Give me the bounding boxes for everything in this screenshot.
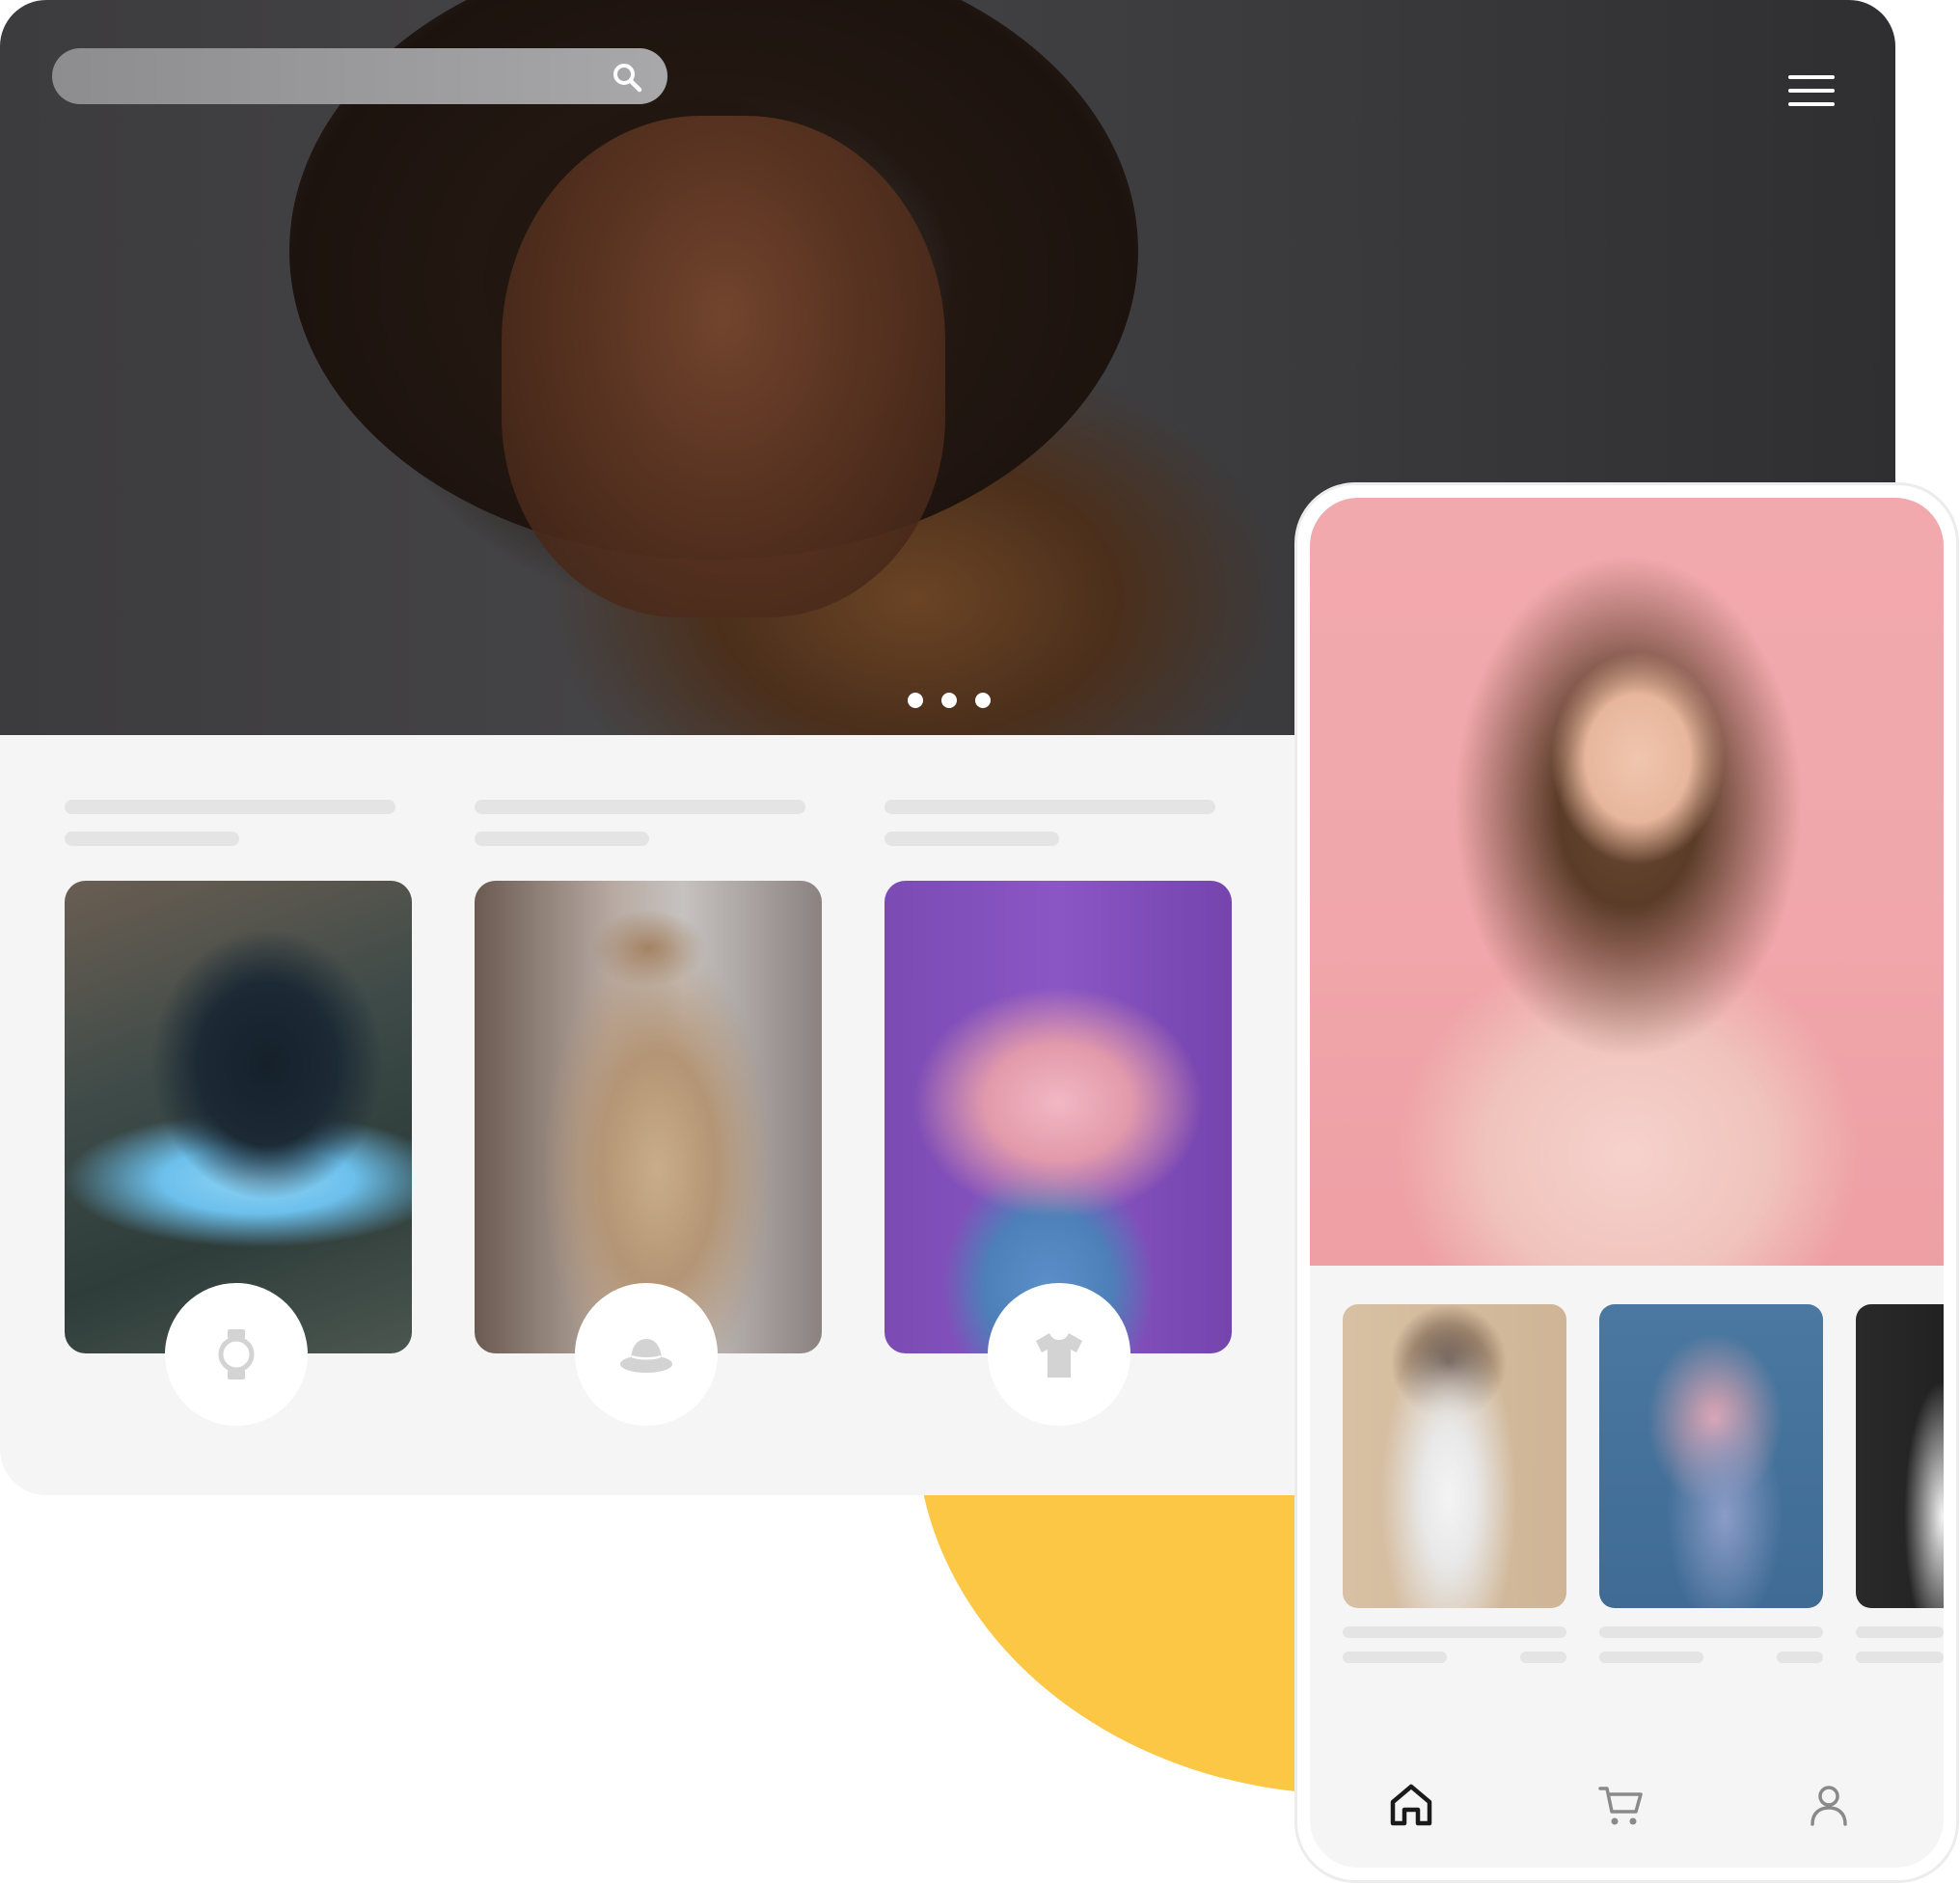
skeleton-line bbox=[475, 800, 805, 814]
skeleton-line bbox=[65, 832, 239, 846]
skeleton-line bbox=[1599, 1652, 1703, 1663]
watch-icon bbox=[218, 1329, 255, 1379]
cart-icon[interactable] bbox=[1597, 1781, 1646, 1829]
skeleton-line bbox=[1599, 1626, 1823, 1638]
carousel-dot[interactable] bbox=[975, 693, 991, 708]
carousel-dot[interactable] bbox=[941, 693, 957, 708]
category-badge-hat[interactable] bbox=[575, 1283, 718, 1426]
carousel-indicator bbox=[908, 693, 991, 708]
search-icon[interactable] bbox=[612, 62, 642, 93]
mobile-screen bbox=[1310, 498, 1944, 1868]
skeleton-line bbox=[1343, 1626, 1566, 1638]
product-thumbnail[interactable] bbox=[1343, 1304, 1566, 1608]
skeleton-line bbox=[885, 800, 1215, 814]
user-icon[interactable] bbox=[1805, 1781, 1853, 1829]
category-badge-watch[interactable] bbox=[165, 1283, 308, 1426]
home-icon[interactable] bbox=[1387, 1781, 1435, 1829]
mobile-hero-image[interactable] bbox=[1310, 498, 1944, 1266]
skeleton-line bbox=[65, 800, 395, 814]
skeleton-line bbox=[1856, 1652, 1944, 1663]
skeleton-line bbox=[1856, 1626, 1944, 1638]
hero-image-model bbox=[502, 116, 945, 617]
search-bar[interactable] bbox=[52, 48, 667, 104]
tshirt-icon bbox=[1036, 1333, 1082, 1378]
bottom-tab-bar bbox=[1310, 1742, 1944, 1868]
product-thumbnail[interactable] bbox=[1856, 1304, 1944, 1608]
stage bbox=[0, 0, 1960, 1884]
skeleton-line bbox=[1343, 1652, 1447, 1663]
skeleton-line bbox=[1520, 1652, 1566, 1663]
search-input[interactable] bbox=[75, 48, 596, 104]
skeleton-line bbox=[885, 832, 1059, 846]
skeleton-line bbox=[1777, 1652, 1823, 1663]
product-thumbnail[interactable] bbox=[1599, 1304, 1823, 1608]
skeleton-line bbox=[475, 832, 649, 846]
carousel-dot[interactable] bbox=[908, 693, 923, 708]
hamburger-menu-icon[interactable] bbox=[1788, 73, 1835, 108]
hat-icon bbox=[620, 1339, 672, 1373]
mobile-device bbox=[1297, 485, 1956, 1880]
category-badge-tshirt[interactable] bbox=[988, 1283, 1130, 1426]
